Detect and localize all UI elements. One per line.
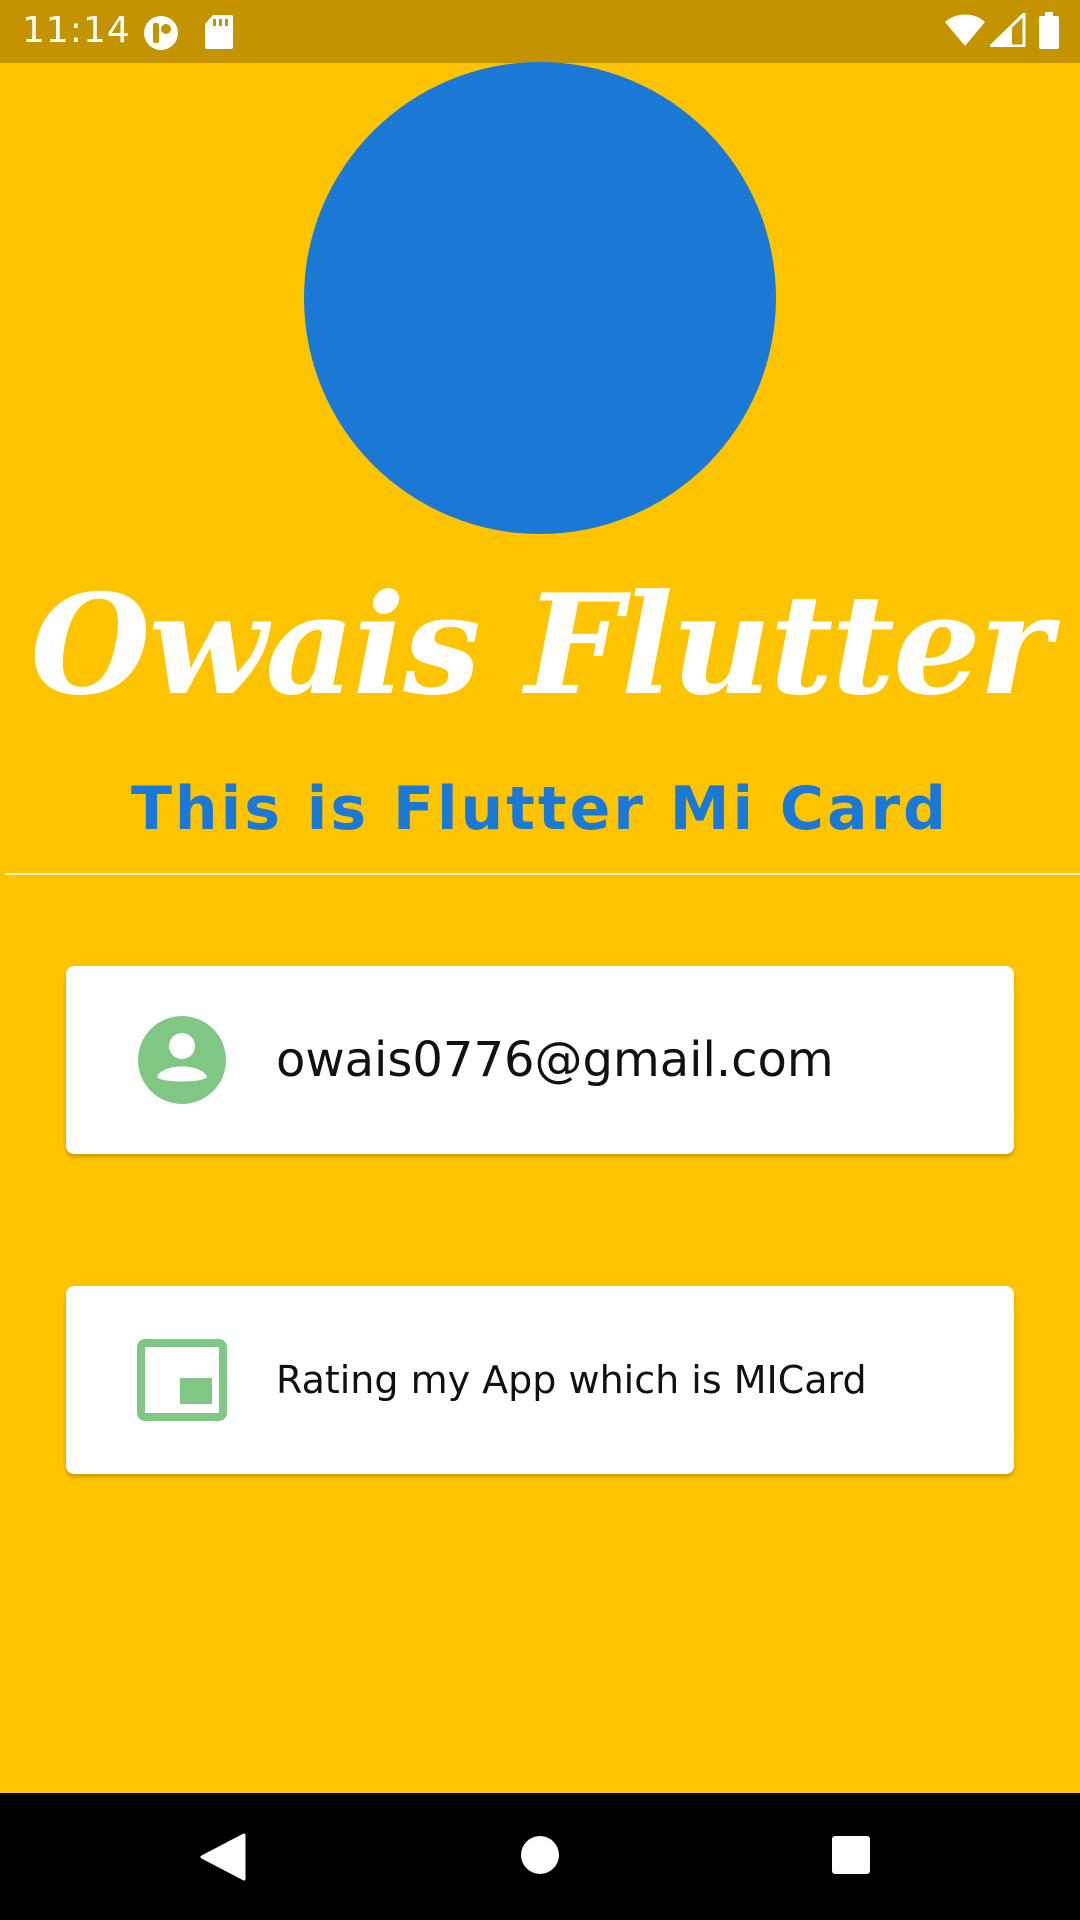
account-circle-icon — [138, 1016, 226, 1104]
sd-card-icon — [205, 15, 233, 49]
status-time: 11:14 — [22, 10, 131, 51]
profile-subtitle: This is Flutter Mi Card — [130, 774, 949, 844]
email-text: owais0776@gmail.com — [276, 1032, 834, 1088]
battery-icon — [1039, 12, 1059, 49]
email-card[interactable]: owais0776@gmail.com — [66, 966, 1014, 1154]
rating-text: Rating my App which is MICard — [276, 1358, 867, 1402]
divider — [5, 873, 1080, 875]
profile-name: Owais Flutter — [30, 563, 1051, 726]
recents-icon[interactable] — [831, 1835, 871, 1875]
avatar — [304, 62, 776, 534]
signal-icon — [990, 13, 1026, 47]
navigation-bar — [0, 1793, 1080, 1920]
rating-card[interactable]: Rating my App which is MICard — [66, 1286, 1014, 1474]
picture-in-picture-icon — [137, 1339, 227, 1421]
app-notification-icon — [144, 16, 178, 50]
back-icon[interactable] — [198, 1833, 248, 1881]
wifi-icon — [945, 14, 985, 46]
home-icon[interactable] — [520, 1835, 560, 1875]
status-bar: 11:14 — [0, 0, 1080, 63]
